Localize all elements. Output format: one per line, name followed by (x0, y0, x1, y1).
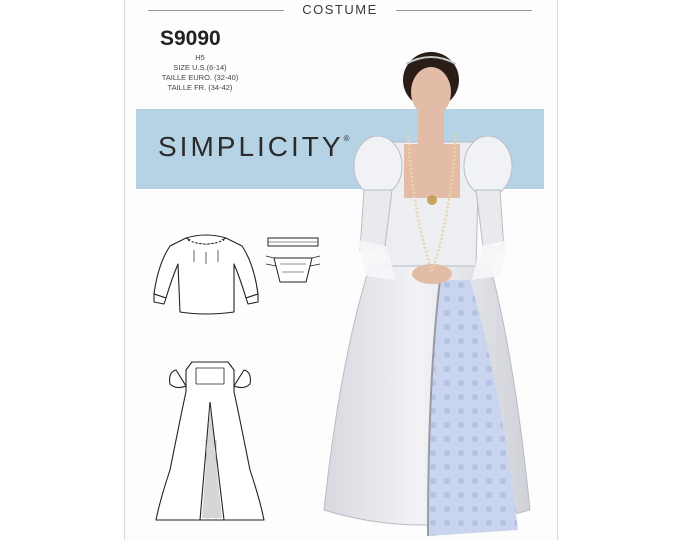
size-info: H5 SIZE U.S.(6-14) TAILLE EURO. (32-40) … (150, 53, 250, 93)
category-label: COSTUME (302, 2, 378, 17)
puff-sleeve-right (463, 135, 513, 197)
size-code: H5 (195, 53, 205, 62)
model-photo (323, 52, 531, 537)
size-euro: TAILLE EURO. (32-40) (161, 73, 239, 82)
size-us: SIZE U.S.(6-14) (173, 63, 227, 72)
size-fr: TAILLE FR. (34-42) (167, 83, 233, 92)
gown-sketch (155, 361, 265, 521)
header-rule-left (148, 10, 284, 11)
header-rule-right (396, 10, 532, 11)
puff-sleeve-left (353, 135, 403, 197)
pattern-number: S9090 (160, 27, 221, 50)
blouse-sketch (153, 234, 259, 315)
